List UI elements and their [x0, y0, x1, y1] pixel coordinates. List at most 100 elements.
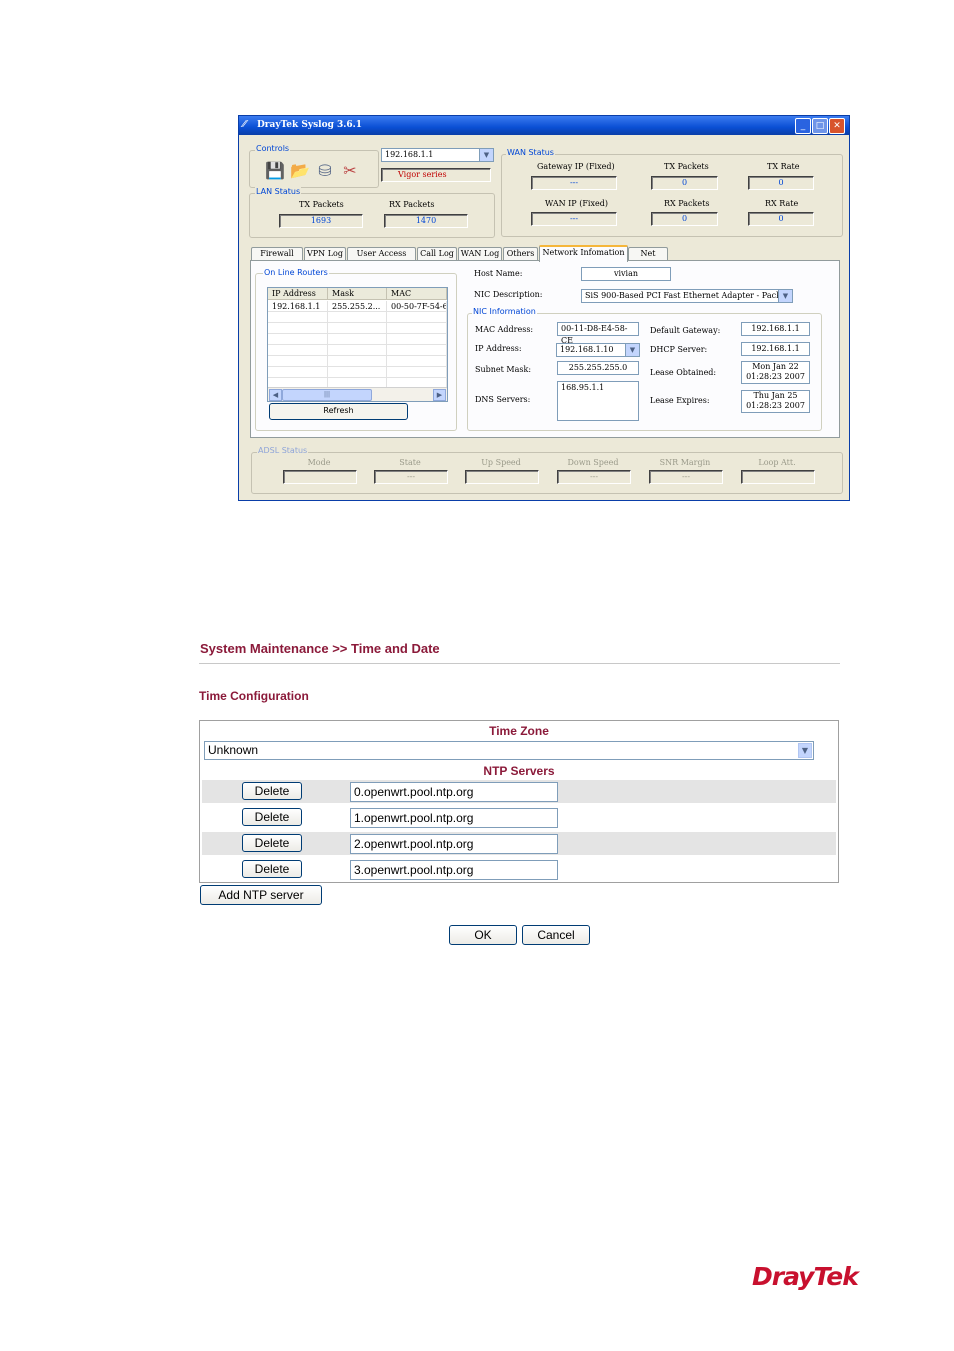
scroll-left-icon[interactable]: ◀	[269, 389, 282, 401]
section-title: Time Configuration	[199, 689, 309, 703]
adsl-down-speed-value: ---	[557, 470, 631, 484]
dhcp-server-label: DHCP Server:	[650, 345, 708, 354]
mac-address-field[interactable]: 00-11-D8-E4-58-CE	[557, 322, 639, 345]
tab-vpn-log[interactable]: VPN Log	[304, 247, 346, 260]
delete-button[interactable]: Delete	[242, 860, 302, 878]
tab-network-information[interactable]: Network Infomation	[539, 245, 628, 262]
scroll-right-icon[interactable]: ▶	[433, 389, 446, 401]
tab-call-log[interactable]: Call Log	[417, 247, 457, 260]
ntp-server-input[interactable]: 1.openwrt.pool.ntp.org	[350, 808, 558, 828]
adsl-loop-att-value	[741, 470, 815, 484]
tab-others[interactable]: Others	[503, 247, 538, 260]
cancel-button[interactable]: Cancel	[522, 925, 590, 945]
page: ⁄⁄ DrayTek Syslog 3.6.1 _ □ ✕ Controls 💾…	[0, 0, 954, 1351]
chevron-down-icon[interactable]: ▼	[778, 290, 792, 302]
draytek-app-icon: ⁄⁄	[243, 120, 247, 130]
delete-button[interactable]: Delete	[242, 808, 302, 826]
horizontal-scrollbar[interactable]: ◀ ||| ▶	[268, 387, 447, 401]
minimize-icon[interactable]: _	[795, 118, 811, 134]
ntp-server-input[interactable]: 3.openwrt.pool.ntp.org	[350, 860, 558, 880]
column-header-mask[interactable]: Mask	[328, 288, 387, 300]
table-cell	[328, 312, 387, 323]
lease-obtained-date: Mon Jan 22	[752, 362, 799, 371]
chevron-down-icon[interactable]: ▼	[625, 344, 639, 356]
table-cell	[328, 323, 387, 334]
table-cell[interactable]: 192.168.1.1	[268, 301, 328, 312]
lease-obtained-label: Lease Obtained:	[650, 368, 717, 377]
scroll-thumb[interactable]: |||	[282, 389, 372, 401]
chevron-down-icon[interactable]: ▼	[798, 743, 812, 758]
adsl-snr-margin-value: ---	[649, 470, 723, 484]
table-cell	[387, 323, 447, 334]
database-icon[interactable]: ⛁	[314, 160, 336, 182]
table-cell	[387, 367, 447, 378]
draytek-logo: DrayTek	[752, 1262, 859, 1291]
lease-expires-field[interactable]: Thu Jan 25 01:28:23 2007	[741, 390, 810, 413]
wan-rx-rate-value: 0	[748, 212, 814, 226]
ntp-server-input[interactable]: 0.openwrt.pool.ntp.org	[350, 782, 558, 802]
lease-expires-label: Lease Expires:	[650, 396, 710, 405]
router-ip-combo[interactable]: 192.168.1.1 ▼	[381, 148, 494, 162]
default-gateway-field[interactable]: 192.168.1.1	[741, 322, 810, 336]
column-header-ip[interactable]: IP Address	[268, 288, 328, 300]
adsl-state-value: ---	[374, 470, 448, 484]
lease-obtained-field[interactable]: Mon Jan 22 01:28:23 2007	[741, 361, 810, 384]
table-cell	[328, 367, 387, 378]
ntp-row: Delete 0.openwrt.pool.ntp.org	[202, 780, 836, 803]
ok-button[interactable]: OK	[449, 925, 517, 945]
dhcp-server-field[interactable]: 192.168.1.1	[741, 342, 810, 356]
table-cell	[328, 345, 387, 356]
table-cell[interactable]: 255.255.2...	[328, 301, 387, 312]
online-routers-label: On Line Routers	[263, 268, 329, 277]
syslog-window: ⁄⁄ DrayTek Syslog 3.6.1 _ □ ✕ Controls 💾…	[238, 115, 850, 501]
wan-rx-packets-label: RX Packets	[664, 199, 710, 208]
column-header-mac[interactable]: MAC	[387, 288, 447, 300]
host-name-field[interactable]: vivian	[581, 267, 671, 281]
wan-rx-rate-label: RX Rate	[765, 199, 799, 208]
ntp-server-input[interactable]: 2.openwrt.pool.ntp.org	[350, 834, 558, 854]
tab-net-state[interactable]: Net State	[628, 247, 668, 270]
window-title: DrayTek Syslog 3.6.1	[257, 120, 363, 130]
tab-user-access-log[interactable]: User Access Log	[347, 247, 416, 270]
time-zone-select[interactable]: Unknown ▼	[204, 741, 814, 760]
adsl-up-speed-value	[465, 470, 539, 484]
wan-rx-packets-value: 0	[651, 212, 718, 226]
add-ntp-server-button[interactable]: Add NTP server	[200, 885, 322, 905]
tools-icon[interactable]: ✂	[339, 160, 361, 182]
ntp-row: Delete 3.openwrt.pool.ntp.org	[202, 858, 836, 881]
open-folder-icon[interactable]: 📂	[289, 160, 311, 182]
refresh-button[interactable]: Refresh	[269, 403, 408, 420]
lease-obtained-time: 01:28:23 2007	[746, 372, 805, 381]
adsl-status-label: ADSL Status	[257, 446, 309, 455]
title-bar[interactable]: ⁄⁄ DrayTek Syslog 3.6.1 _ □ ✕	[239, 116, 849, 135]
table-cell	[328, 356, 387, 367]
save-icon[interactable]: 💾	[264, 160, 286, 182]
ip-address-combo[interactable]: 192.168.1.10 ▼	[556, 343, 640, 357]
tab-firewall-log[interactable]: Firewall Log	[251, 247, 303, 270]
nic-description-label: NIC Description:	[474, 290, 543, 299]
breadcrumb: System Maintenance >> Time and Date	[200, 641, 440, 656]
table-cell	[268, 334, 328, 345]
ip-address-value: 192.168.1.10	[560, 345, 614, 354]
nic-description-combo[interactable]: SiS 900-Based PCI Fast Ethernet Adapter …	[581, 289, 793, 303]
subnet-mask-field[interactable]: 255.255.255.0	[557, 361, 639, 375]
mac-address-label: MAC Address:	[475, 325, 534, 334]
adsl-mode-value	[283, 470, 357, 484]
dns-servers-field[interactable]: 168.95.1.1	[557, 381, 639, 421]
delete-button[interactable]: Delete	[242, 782, 302, 800]
online-routers-table: IP Address Mask MAC 192.168.1.1 255.255.…	[267, 287, 448, 402]
wan-ip-label: WAN IP (Fixed)	[545, 199, 608, 208]
table-cell[interactable]: 00-50-7F-54-6	[387, 301, 447, 312]
tab-wan-log[interactable]: WAN Log	[458, 247, 502, 260]
table-cell	[268, 356, 328, 367]
host-name-label: Host Name:	[474, 269, 523, 278]
adsl-down-speed-label: Down Speed	[567, 458, 619, 467]
controls-label: Controls	[255, 144, 291, 153]
delete-button[interactable]: Delete	[242, 834, 302, 852]
ip-address-label: IP Address:	[475, 344, 522, 353]
chevron-down-icon[interactable]: ▼	[479, 149, 493, 161]
close-icon[interactable]: ✕	[829, 118, 845, 134]
adsl-mode-label: Mode	[307, 458, 331, 467]
router-ip-value: 192.168.1.1	[385, 150, 434, 159]
wan-tx-rate-value: 0	[748, 176, 814, 190]
